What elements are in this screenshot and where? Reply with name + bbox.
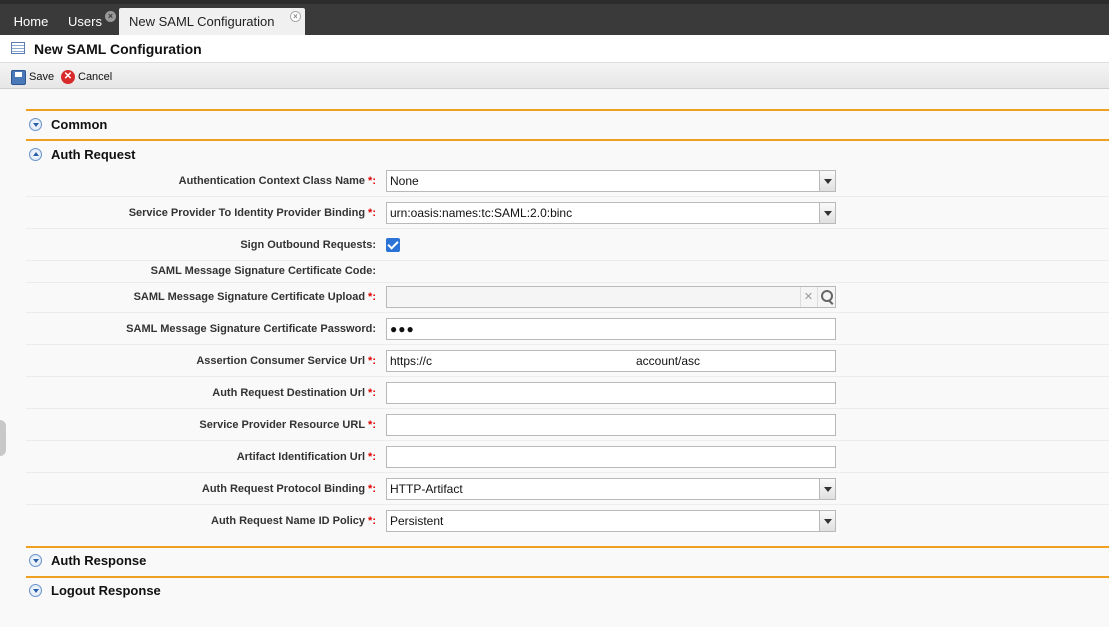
- chevron-down-icon[interactable]: [819, 511, 835, 531]
- section-divider: [26, 546, 1109, 548]
- collapse-icon[interactable]: [29, 147, 42, 161]
- section-divider: [26, 576, 1109, 578]
- form-row-destination-url: Auth Request Destination Url *:: [26, 377, 1109, 409]
- field-label: Sign Outbound Requests:: [240, 239, 376, 251]
- section-logout-response-header[interactable]: Logout Response: [29, 580, 161, 600]
- tab-home[interactable]: Home: [6, 8, 56, 35]
- save-icon: [11, 69, 26, 85]
- auth-context-class-select[interactable]: None: [386, 170, 836, 192]
- section-auth-response-title: Auth Response: [51, 552, 147, 568]
- collapse-handle[interactable]: [0, 420, 6, 456]
- tab-home-label: Home: [13, 14, 49, 29]
- cancel-label: Cancel: [78, 71, 113, 83]
- form-icon: [11, 42, 25, 54]
- section-auth-request-header[interactable]: Auth Request: [29, 144, 136, 164]
- form-row-artifact-url: Artifact Identification Url *:: [26, 441, 1109, 473]
- section-common-header[interactable]: Common: [29, 114, 107, 134]
- name-id-policy-select[interactable]: Persistent: [386, 510, 836, 532]
- cert-upload-field[interactable]: ✕: [386, 286, 836, 308]
- section-common-title: Common: [51, 116, 108, 132]
- select-value: urn:oasis:names:tc:SAML:2.0:binc: [390, 206, 573, 220]
- field-label: Assertion Consumer Service Url *:: [196, 355, 376, 367]
- chevron-down-icon[interactable]: [819, 203, 835, 223]
- password-value: ●●●: [390, 322, 415, 336]
- field-label: Service Provider Resource URL *:: [199, 419, 376, 431]
- field-label: Auth Request Name ID Policy *:: [211, 515, 376, 527]
- chevron-down-icon[interactable]: [819, 171, 835, 191]
- close-icon[interactable]: ×: [105, 11, 116, 22]
- url-value-end: account/asc: [636, 354, 701, 368]
- form-row-cert-password: SAML Message Signature Certificate Passw…: [26, 313, 1109, 345]
- tab-bar: Home Users × New SAML Configuration ×: [0, 0, 1109, 39]
- select-value: None: [390, 174, 419, 188]
- tab-users[interactable]: Users ×: [58, 8, 116, 35]
- select-value: Persistent: [390, 514, 444, 528]
- close-icon[interactable]: ×: [290, 11, 301, 22]
- destination-url-field[interactable]: [386, 382, 836, 404]
- select-value: HTTP-Artifact: [390, 482, 463, 496]
- chevron-down-icon[interactable]: [819, 479, 835, 499]
- section-divider: [26, 109, 1109, 111]
- toolbar: Save ✕ Cancel: [0, 63, 1109, 89]
- search-icon[interactable]: [817, 287, 835, 307]
- page-header: New SAML Configuration: [0, 35, 1109, 63]
- form-row-auth-context-class: Authentication Context Class Name *: None: [26, 165, 1109, 197]
- form-row-sign-outbound: Sign Outbound Requests:: [26, 229, 1109, 261]
- cert-password-field[interactable]: ●●●: [386, 318, 836, 340]
- section-logout-response-title: Logout Response: [51, 582, 161, 598]
- form-row-name-id-policy: Auth Request Name ID Policy *: Persistent: [26, 505, 1109, 537]
- expand-icon[interactable]: [29, 117, 42, 131]
- field-label: SAML Message Signature Certificate Code:: [150, 265, 376, 277]
- section-auth-response-header[interactable]: Auth Response: [29, 550, 146, 570]
- form-row-sp-resource-url: Service Provider Resource URL *:: [26, 409, 1109, 441]
- section-divider: [26, 139, 1109, 141]
- save-label: Save: [29, 71, 55, 83]
- sp-idp-binding-select[interactable]: urn:oasis:names:tc:SAML:2.0:binc: [386, 202, 836, 224]
- form-row-protocol-binding: Auth Request Protocol Binding *: HTTP-Art…: [26, 473, 1109, 505]
- form-row-cert-code: SAML Message Signature Certificate Code:: [26, 258, 1109, 283]
- cancel-icon: ✕: [61, 70, 75, 84]
- artifact-url-field[interactable]: [386, 446, 836, 468]
- field-label: SAML Message Signature Certificate Uploa…: [133, 291, 376, 303]
- form-row-acs-url: Assertion Consumer Service Url *: https:/…: [26, 345, 1109, 377]
- form-row-sp-idp-binding: Service Provider To Identity Provider Bi…: [26, 197, 1109, 229]
- tab-saml-label: New SAML Configuration: [129, 14, 275, 29]
- protocol-binding-select[interactable]: HTTP-Artifact: [386, 478, 836, 500]
- sign-outbound-checkbox[interactable]: [386, 238, 400, 252]
- field-label: Service Provider To Identity Provider Bi…: [128, 207, 376, 219]
- url-value-start: https://c: [390, 354, 433, 368]
- save-button[interactable]: Save: [11, 69, 54, 85]
- acs-url-field[interactable]: https://c account/asc: [386, 350, 836, 372]
- page-title: New SAML Configuration: [34, 41, 202, 57]
- cancel-button[interactable]: ✕ Cancel: [61, 69, 112, 85]
- field-label: Artifact Identification Url *:: [236, 451, 376, 463]
- tab-users-label: Users: [68, 14, 102, 29]
- expand-icon[interactable]: [29, 553, 42, 567]
- sp-resource-url-field[interactable]: [386, 414, 836, 436]
- field-label: Auth Request Destination Url *:: [212, 387, 376, 399]
- clear-icon[interactable]: ✕: [800, 287, 816, 307]
- field-label: SAML Message Signature Certificate Passw…: [126, 323, 376, 335]
- field-label: Authentication Context Class Name *:: [178, 175, 376, 187]
- section-auth-request-title: Auth Request: [51, 146, 136, 162]
- expand-icon[interactable]: [29, 583, 42, 597]
- form-row-cert-upload: SAML Message Signature Certificate Uploa…: [26, 281, 1109, 313]
- field-label: Auth Request Protocol Binding *:: [201, 483, 376, 495]
